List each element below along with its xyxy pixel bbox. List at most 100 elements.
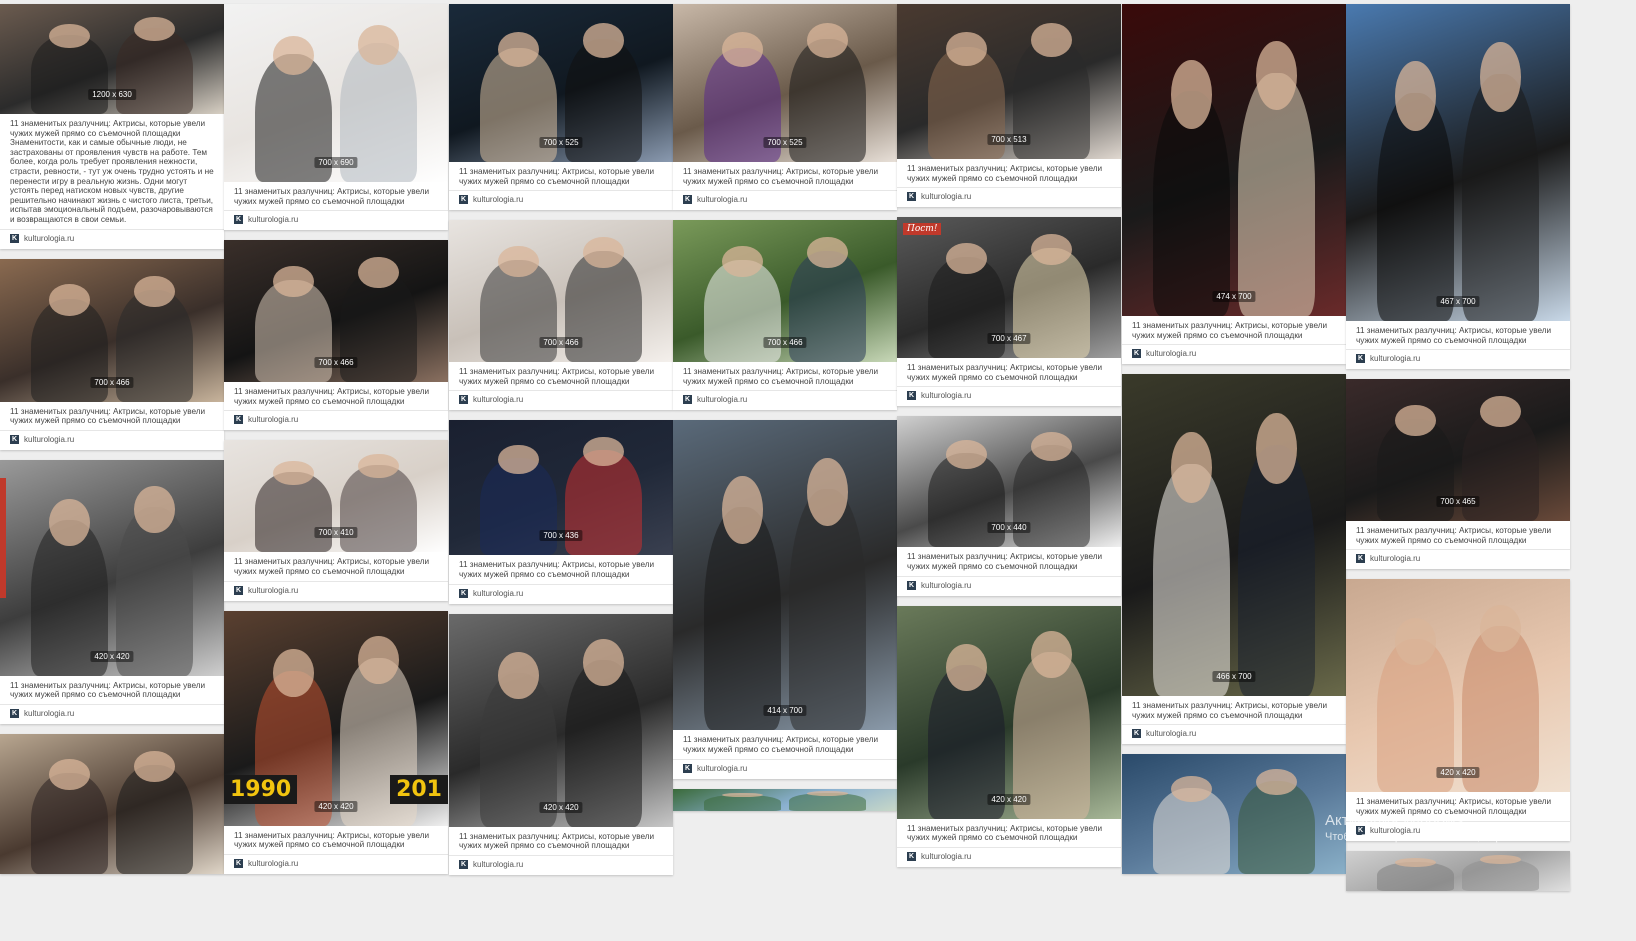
source-domain[interactable]: kulturologia.ru — [921, 391, 971, 400]
source-domain[interactable]: kulturologia.ru — [473, 589, 523, 598]
image-card[interactable] — [1346, 850, 1570, 891]
source-domain[interactable]: kulturologia.ru — [248, 415, 298, 424]
card-thumbnail[interactable]: 700 x 525 — [673, 4, 897, 162]
card-caption[interactable]: 11 знаменитых разлучниц: Актрисы, которы… — [224, 826, 448, 854]
card-source[interactable]: Kkulturologia.ru — [449, 583, 673, 604]
source-domain[interactable]: kulturologia.ru — [24, 709, 74, 718]
card-source[interactable]: Kkulturologia.ru — [1122, 724, 1346, 744]
image-card[interactable]: 700 x 440 11 знаменитых разлучниц: Актрис… — [897, 416, 1121, 596]
side-tab[interactable] — [0, 478, 6, 598]
card-caption[interactable]: 11 знаменитых разлучниц: Актрисы, которы… — [0, 114, 224, 229]
card-source[interactable]: Kkulturologia.ru — [224, 580, 448, 601]
card-thumbnail[interactable] — [673, 788, 897, 811]
card-source[interactable]: Kkulturologia.ru — [897, 187, 1121, 207]
card-caption[interactable]: 11 знаменитых разлучниц: Актрисы, которы… — [897, 358, 1121, 386]
card-source[interactable]: Kkulturologia.ru — [0, 429, 224, 450]
card-source[interactable]: Kkulturologia.ru — [224, 853, 448, 874]
card-caption[interactable]: 11 знаменитых разлучниц: Актрисы, которы… — [224, 182, 448, 210]
image-card[interactable]: Пост! 700 x 467 11 знаменитых разлучниц: А… — [897, 217, 1121, 407]
card-thumbnail[interactable]: 700 x 436 — [449, 420, 673, 556]
card-source[interactable]: Kkulturologia.ru — [1346, 349, 1570, 369]
image-card[interactable]: 700 x 436 11 знаменитых разлучниц: Актрис… — [449, 420, 673, 604]
card-caption[interactable]: 11 знаменитых разлучниц: Актрисы, которы… — [897, 547, 1121, 575]
card-thumbnail[interactable]: Пост! 700 x 467 — [897, 217, 1121, 359]
card-caption[interactable]: 11 знаменитых разлучниц: Актрисы, которы… — [449, 362, 673, 390]
image-card[interactable]: 420 x 420 11 знаменитых разлучниц: Актрис… — [1346, 579, 1570, 841]
source-domain[interactable]: kulturologia.ru — [921, 192, 971, 201]
card-caption[interactable]: 11 знаменитых разлучниц: Актрисы, которы… — [0, 402, 224, 430]
card-thumbnail[interactable] — [1122, 754, 1346, 875]
card-caption[interactable]: 11 знаменитых разлучниц: Актрисы, которы… — [673, 162, 897, 190]
card-caption[interactable]: 11 знаменитых разлучниц: Актрисы, которы… — [224, 552, 448, 580]
card-thumbnail[interactable]: 466 x 700 — [1122, 374, 1346, 697]
card-thumbnail[interactable]: 474 x 700 — [1122, 4, 1346, 316]
card-caption[interactable]: 11 знаменитых разлучниц: Актрисы, которы… — [673, 362, 897, 390]
image-card[interactable]: 420 x 420 11 знаменитых разлучниц: Актрис… — [897, 605, 1121, 867]
image-card[interactable]: 474 x 700 11 знаменитых разлучниц: Актрис… — [1122, 4, 1346, 365]
card-caption[interactable]: 11 знаменитых разлучниц: Актрисы, которы… — [897, 819, 1121, 847]
card-thumbnail[interactable]: 700 x 440 — [897, 416, 1121, 548]
image-card[interactable]: 467 x 700 11 знаменитых разлучниц: Актрис… — [1346, 4, 1570, 370]
card-source[interactable]: Kkulturologia.ru — [897, 386, 1121, 406]
card-source[interactable]: Kkulturologia.ru — [897, 575, 1121, 596]
card-caption[interactable]: 11 знаменитых разлучниц: Актрисы, которы… — [1346, 521, 1570, 549]
image-card[interactable]: 700 x 466 11 знаменитых разлучниц: Актрис… — [449, 220, 673, 411]
card-thumbnail[interactable]: 700 x 690 — [224, 4, 448, 182]
image-card[interactable]: 1200 x 630 11 знаменитых разлучниц: Актри… — [0, 4, 224, 249]
card-source[interactable]: Kkulturologia.ru — [897, 846, 1121, 867]
image-card[interactable] — [1122, 754, 1346, 875]
card-thumbnail[interactable]: 414 x 700 — [673, 420, 897, 731]
source-domain[interactable]: kulturologia.ru — [248, 859, 298, 868]
card-caption[interactable]: 11 знаменитых разлучниц: Актрисы, которы… — [1346, 321, 1570, 349]
card-thumbnail[interactable]: 420 x 420 — [1346, 579, 1570, 793]
image-card[interactable]: 700 x 465 11 знаменитых разлучниц: Актрис… — [1346, 379, 1570, 570]
image-card[interactable]: 414 x 700 11 знаменитых разлучниц: Актрис… — [673, 420, 897, 779]
card-caption[interactable]: 11 знаменитых разлучниц: Актрисы, которы… — [449, 827, 673, 855]
source-domain[interactable]: kulturologia.ru — [24, 234, 74, 243]
card-thumbnail[interactable]: 700 x 410 — [224, 440, 448, 553]
card-caption[interactable]: 11 знаменитых разлучниц: Актрисы, которы… — [449, 162, 673, 190]
source-domain[interactable]: kulturologia.ru — [921, 852, 971, 861]
card-caption[interactable]: 11 знаменитых разлучниц: Актрисы, которы… — [673, 730, 897, 758]
source-domain[interactable]: kulturologia.ru — [1146, 349, 1196, 358]
card-thumbnail[interactable]: 700 x 466 — [673, 220, 897, 363]
card-source[interactable]: Kkulturologia.ru — [449, 390, 673, 410]
source-domain[interactable]: kulturologia.ru — [473, 195, 523, 204]
card-thumbnail[interactable]: 1990 201 420 x 420 — [224, 610, 448, 826]
source-domain[interactable]: kulturologia.ru — [248, 586, 298, 595]
card-source[interactable]: Kkulturologia.ru — [224, 210, 448, 230]
card-source[interactable]: Kkulturologia.ru — [449, 190, 673, 210]
source-domain[interactable]: kulturologia.ru — [473, 395, 523, 404]
card-thumbnail[interactable]: 700 x 465 — [1346, 379, 1570, 522]
source-domain[interactable]: kulturologia.ru — [473, 860, 523, 869]
image-card[interactable]: 1990 201 420 x 420 11 знаменитых разлучниц:… — [224, 610, 448, 874]
image-card[interactable]: 700 x 525 11 знаменитых разлучниц: Актрис… — [449, 4, 673, 211]
card-caption[interactable]: 11 знаменитых разлучниц: Актрисы, которы… — [897, 159, 1121, 187]
card-thumbnail[interactable]: 420 x 420 — [897, 605, 1121, 819]
card-source[interactable]: Kkulturologia.ru — [673, 758, 897, 779]
card-thumbnail[interactable]: 467 x 700 — [1346, 4, 1570, 321]
card-caption[interactable]: 11 знаменитых разлучниц: Актрисы, которы… — [1122, 696, 1346, 724]
card-thumbnail[interactable] — [0, 733, 224, 874]
card-caption[interactable]: 11 знаменитых разлучниц: Актрисы, которы… — [1122, 316, 1346, 344]
image-card[interactable]: 700 x 410 11 знаменитых разлучниц: Актрис… — [224, 440, 448, 601]
image-card[interactable]: 420 x 420 11 знаменитых разлучниц: Актрис… — [449, 613, 673, 875]
source-domain[interactable]: kulturologia.ru — [1146, 729, 1196, 738]
source-domain[interactable]: kulturologia.ru — [24, 435, 74, 444]
card-thumbnail[interactable]: 700 x 466 — [449, 220, 673, 363]
image-card[interactable]: 420 x 420 11 знаменитых разлучниц: Актрис… — [0, 459, 224, 724]
card-source[interactable]: Kkulturologia.ru — [0, 228, 224, 249]
card-thumbnail[interactable]: 420 x 420 — [449, 613, 673, 827]
source-domain[interactable]: kulturologia.ru — [921, 581, 971, 590]
image-card[interactable]: 700 x 690 11 знаменитых разлучниц: Актрис… — [224, 4, 448, 231]
card-caption[interactable]: 11 знаменитых разлучниц: Актрисы, которы… — [0, 676, 224, 704]
source-domain[interactable]: kulturologia.ru — [1370, 354, 1420, 363]
card-source[interactable]: Kkulturologia.ru — [673, 390, 897, 410]
card-thumbnail[interactable]: 700 x 525 — [449, 4, 673, 162]
image-card[interactable]: 700 x 466 11 знаменитых разлучниц: Актрис… — [673, 220, 897, 411]
source-domain[interactable]: kulturologia.ru — [697, 764, 747, 773]
source-domain[interactable]: kulturologia.ru — [697, 195, 747, 204]
card-thumbnail[interactable]: 420 x 420 — [0, 459, 224, 676]
card-thumbnail[interactable] — [1346, 850, 1570, 891]
card-thumbnail[interactable]: 700 x 513 — [897, 4, 1121, 159]
